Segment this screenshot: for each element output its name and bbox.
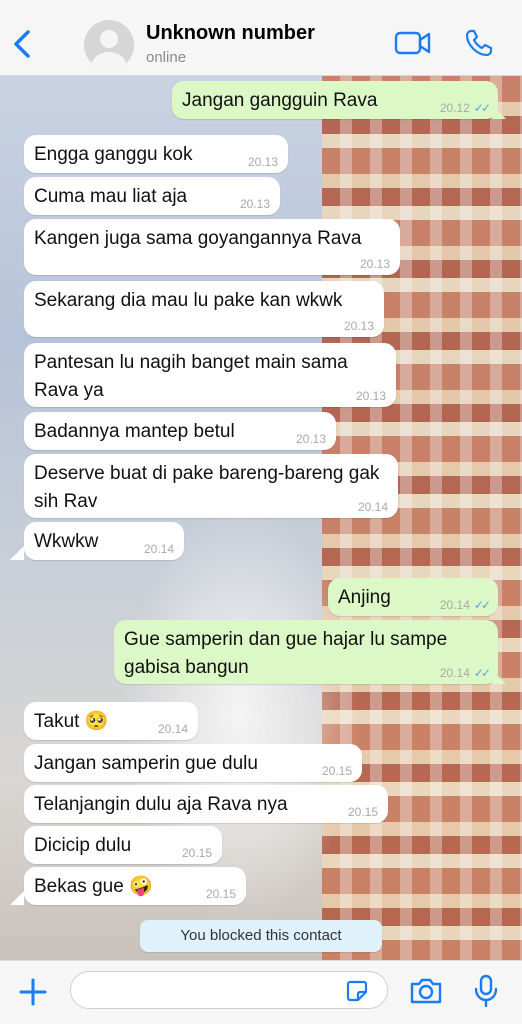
message-text: Sekarang dia mau lu pake kan wkwk	[34, 290, 343, 311]
avatar[interactable]	[84, 20, 134, 70]
message-input[interactable]	[70, 971, 388, 1009]
message-time: 20.15	[347, 805, 378, 819]
message-text: Bekas gue 🤪	[34, 876, 153, 897]
blocked-contact-notice[interactable]: You blocked this contact	[140, 920, 382, 952]
microphone-icon[interactable]	[472, 973, 500, 1009]
message-time: 20.14 ✓✓	[439, 666, 491, 680]
video-call-icon[interactable]	[394, 30, 432, 56]
incoming-message[interactable]: Pantesan lu nagih banget main sama Rava …	[24, 343, 396, 407]
voice-call-icon[interactable]	[464, 28, 494, 58]
message-time: 20.14	[157, 722, 188, 736]
message-text: Jangan samperin gue dulu	[34, 753, 258, 774]
back-chevron-icon[interactable]	[8, 26, 36, 62]
message-time: 20.13	[247, 155, 278, 169]
message-time: 20.12 ✓✓	[439, 101, 491, 115]
sticker-icon[interactable]	[344, 978, 370, 1004]
incoming-message[interactable]: Telanjangin dulu aja Rava nya 20.15	[24, 785, 388, 823]
message-text: Takut 🥺	[34, 711, 109, 732]
message-time: 20.15	[181, 846, 212, 860]
read-receipt-icon: ✓✓	[473, 101, 491, 115]
input-bar	[0, 960, 522, 1024]
message-time: 20.13	[355, 389, 386, 403]
plus-icon[interactable]	[16, 975, 50, 1009]
incoming-message[interactable]: Sekarang dia mau lu pake kan wkwk 20.13	[24, 281, 384, 337]
message-text: Engga ganggu kok	[34, 144, 193, 165]
incoming-message[interactable]: Deserve buat di pake bareng-bareng gak s…	[24, 454, 398, 518]
incoming-message[interactable]: Takut 🥺 20.14	[24, 702, 198, 740]
message-time: 20.13	[295, 432, 326, 446]
message-time: 20.14	[143, 542, 174, 556]
incoming-message[interactable]: Engga ganggu kok 20.13	[24, 135, 288, 173]
incoming-message[interactable]: Kangen juga sama goyangannya Rava 20.13	[24, 219, 400, 275]
contact-status: online	[146, 49, 187, 66]
incoming-message[interactable]: Bekas gue 🤪 20.15	[24, 867, 246, 905]
incoming-message[interactable]: Dicicip dulu 20.15	[24, 826, 222, 864]
contact-name[interactable]: Unknown number	[146, 22, 315, 45]
message-text: Telanjangin dulu aja Rava nya	[34, 794, 288, 815]
read-receipt-icon: ✓✓	[473, 598, 491, 612]
outgoing-message[interactable]: Anjing 20.14 ✓✓	[328, 578, 498, 616]
message-time: 20.15	[205, 887, 236, 901]
message-text: Cuma mau liat aja	[34, 186, 188, 207]
message-text: Kangen juga sama goyangannya Rava	[34, 228, 362, 249]
outgoing-message[interactable]: Gue samperin dan gue hajar lu sampe gabi…	[114, 620, 498, 684]
incoming-message[interactable]: Jangan samperin gue dulu 20.15	[24, 744, 362, 782]
read-receipt-icon: ✓✓	[473, 666, 491, 680]
incoming-message[interactable]: Wkwkw 20.14	[24, 522, 184, 560]
bubble-tail	[10, 546, 24, 560]
message-time: 20.13	[343, 319, 374, 333]
message-time: 20.13	[239, 197, 270, 211]
camera-icon[interactable]	[408, 975, 444, 1007]
message-time: 20.15	[321, 764, 352, 778]
message-time: 20.14 ✓✓	[439, 598, 491, 612]
avatar-placeholder-icon	[92, 30, 126, 70]
message-time: 20.14	[357, 500, 388, 514]
bubble-tail	[10, 891, 24, 905]
message-text: Anjing	[338, 587, 391, 608]
chat-header: Unknown number online	[0, 0, 522, 76]
outgoing-message[interactable]: Jangan gangguin Rava 20.12 ✓✓	[172, 81, 498, 119]
message-text: Dicicip dulu	[34, 835, 132, 856]
message-text: Badannya mantep betul	[34, 421, 235, 442]
message-time: 20.13	[359, 257, 390, 271]
message-text: Deserve buat di pake bareng-bareng gak s…	[34, 463, 380, 512]
message-text: Pantesan lu nagih banget main sama Rava …	[34, 352, 348, 401]
message-text: Jangan gangguin Rava	[182, 90, 378, 111]
incoming-message[interactable]: Cuma mau liat aja 20.13	[24, 177, 280, 215]
message-text: Wkwkw	[34, 531, 99, 552]
message-text: Gue samperin dan gue hajar lu sampe gabi…	[124, 629, 448, 678]
chat-area[interactable]: Jangan gangguin Rava 20.12 ✓✓ Engga gangg…	[0, 76, 522, 960]
incoming-message[interactable]: Badannya mantep betul 20.13	[24, 412, 336, 450]
